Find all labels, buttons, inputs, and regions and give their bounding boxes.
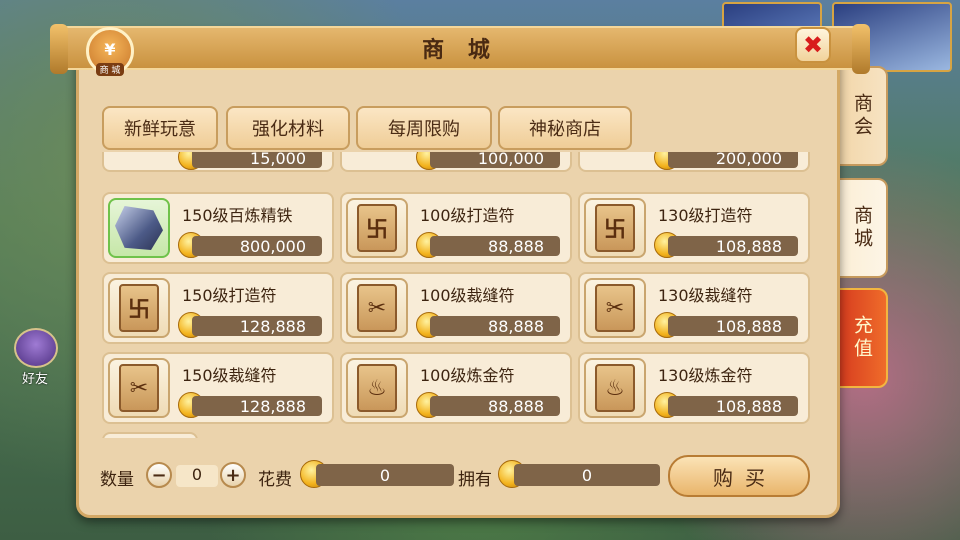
close-button[interactable]: ✖ xyxy=(795,27,831,63)
list-item[interactable]: ♨ 130级炼金符 108,888 xyxy=(578,352,810,424)
shop-badge-label: 商 城 xyxy=(95,63,125,76)
shop-badge-icon: ¥ 商 城 xyxy=(86,27,134,76)
list-item[interactable]: ✂ 130级裁缝符 108,888 xyxy=(578,272,810,344)
tailor-talisman-icon: ✂ xyxy=(108,358,170,418)
item-name: 100级打造符 xyxy=(420,206,515,225)
item-price: 128,888 xyxy=(192,396,322,416)
item-price: 108,888 xyxy=(668,316,798,336)
item-price: 800,000 xyxy=(192,236,322,256)
list-item[interactable]: 卐 150级打造符 128,888 xyxy=(102,272,334,344)
owned-value: 0 xyxy=(514,464,660,486)
forging-talisman-icon: 卐 xyxy=(346,198,408,258)
side-tab-chamber[interactable]: 商会 xyxy=(836,66,888,166)
item-price: 88,888 xyxy=(430,396,560,416)
item-price: 88,888 xyxy=(430,316,560,336)
list-item[interactable]: ✂ 150级裁缝符 128,888 xyxy=(102,352,334,424)
page-title: 商 城 xyxy=(422,38,498,63)
list-item-partial[interactable]: 200,000 xyxy=(578,152,810,172)
quantity-field[interactable]: 0 xyxy=(176,465,218,487)
item-price: 88,888 xyxy=(430,236,560,256)
item-name: 150级裁缝符 xyxy=(182,366,277,385)
list-item[interactable]: 卐 130级打造符 108,888 xyxy=(578,192,810,264)
quantity-minus-button[interactable]: − xyxy=(146,462,172,488)
item-name: 150级百炼精铁 xyxy=(182,206,293,225)
yen-symbol: ¥ xyxy=(104,39,116,59)
item-grid[interactable]: 15,000 100,000 200,000 150级百炼精铁 800,000 … xyxy=(102,152,810,438)
quantity-label: 数量 xyxy=(100,470,134,490)
side-tab-recharge[interactable]: 充值 xyxy=(836,288,888,388)
tailor-talisman-icon: ✂ xyxy=(584,278,646,338)
list-item[interactable]: ♨ 100级炼金符 88,888 xyxy=(340,352,572,424)
friends-label[interactable]: 好友 xyxy=(22,368,48,387)
item-name: 130级打造符 xyxy=(658,206,753,225)
item-price: 108,888 xyxy=(668,396,798,416)
cost-value: 0 xyxy=(316,464,454,486)
list-item[interactable]: 150级百炼精铁 800,000 xyxy=(102,192,334,264)
item-name: 150级打造符 xyxy=(182,286,277,305)
list-item-partial[interactable]: 15,000 xyxy=(102,152,334,172)
item-name: 100级炼金符 xyxy=(420,366,515,385)
item-name: 130级裁缝符 xyxy=(658,286,753,305)
list-item[interactable]: ✂ 100级裁缝符 88,888 xyxy=(340,272,572,344)
list-item-partial[interactable]: 100,000 xyxy=(340,152,572,172)
refined-iron-icon xyxy=(108,198,170,258)
item-price: 15,000 xyxy=(192,152,322,168)
cost-label: 花费 xyxy=(258,470,292,490)
tab-novelties[interactable]: 新鲜玩意 xyxy=(102,106,218,150)
item-name: 130级炼金符 xyxy=(658,366,753,385)
forging-talisman-icon: 卐 xyxy=(108,278,170,338)
friends-icon[interactable] xyxy=(14,328,58,368)
tailor-talisman-icon: ✂ xyxy=(346,278,408,338)
tab-weekly-limited[interactable]: 每周限购 xyxy=(356,106,492,150)
forging-talisman-icon: 卐 xyxy=(584,198,646,258)
item-price: 100,000 xyxy=(430,152,560,168)
owned-label: 拥有 xyxy=(458,470,492,490)
quantity-plus-button[interactable]: + xyxy=(220,462,246,488)
alchemy-talisman-icon: ♨ xyxy=(346,358,408,418)
tab-mystery-shop[interactable]: 神秘商店 xyxy=(498,106,632,150)
title-bar: 商 城 xyxy=(50,24,870,74)
list-item-partial[interactable] xyxy=(102,432,198,438)
close-icon: ✖ xyxy=(802,31,824,59)
alchemy-talisman-icon: ♨ xyxy=(584,358,646,418)
side-tab-mall[interactable]: 商城 xyxy=(836,178,888,278)
tab-enhance-materials[interactable]: 强化材料 xyxy=(226,106,350,150)
item-name: 100级裁缝符 xyxy=(420,286,515,305)
list-item[interactable]: 卐 100级打造符 88,888 xyxy=(340,192,572,264)
buy-button[interactable]: 购买 xyxy=(668,455,810,497)
item-price: 200,000 xyxy=(668,152,798,168)
item-price: 108,888 xyxy=(668,236,798,256)
item-price: 128,888 xyxy=(192,316,322,336)
